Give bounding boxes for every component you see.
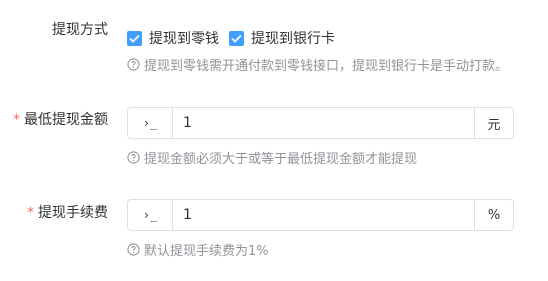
withdraw-method-tip: 提现到零钱需开通付款到零钱接口，提现到银行卡是手动打款。 — [127, 55, 508, 74]
question-circle-icon — [127, 243, 140, 256]
checkbox-wallet-label: 提现到零钱 — [149, 31, 219, 47]
terminal-prompt-icon: ›_ — [128, 200, 173, 230]
fee-tip: 默认提现手续费为1% — [127, 240, 269, 259]
question-circle-icon — [127, 151, 140, 164]
fee-tip-text: 默认提现手续费为1% — [144, 244, 269, 259]
fee-input[interactable] — [173, 200, 474, 230]
min-amount-input-group: ›_ 元 — [127, 107, 514, 139]
fee-unit: % — [474, 200, 513, 230]
required-asterisk: * — [13, 112, 20, 128]
min-amount-unit: 元 — [474, 108, 513, 138]
checkbox-checked-icon — [127, 30, 142, 46]
fee-input-group: ›_ % — [127, 199, 514, 231]
fee-label-text: 提现手续费 — [38, 205, 108, 221]
checkbox-checked-icon — [229, 30, 244, 46]
checkbox-wallet[interactable]: 提现到零钱 — [127, 28, 219, 48]
min-amount-tip: 提现金额必须大于或等于最低提现金额才能提现 — [127, 148, 417, 167]
checkbox-bank-card-label: 提现到银行卡 — [251, 31, 335, 47]
withdraw-method-label: 提现方式 — [52, 22, 108, 38]
required-asterisk: * — [27, 205, 34, 221]
withdraw-method-group: 提现到零钱 提现到银行卡 — [127, 28, 345, 48]
min-amount-label: * 最低提现金额 — [0, 110, 108, 130]
min-amount-label-text: 最低提现金额 — [24, 112, 108, 128]
terminal-prompt-icon: ›_ — [128, 108, 173, 138]
withdraw-method-tip-text: 提现到零钱需开通付款到零钱接口，提现到银行卡是手动打款。 — [144, 59, 509, 74]
min-amount-input[interactable] — [173, 108, 474, 138]
question-circle-icon — [127, 58, 140, 71]
min-amount-tip-text: 提现金额必须大于或等于最低提现金额才能提现 — [144, 152, 418, 167]
fee-label: * 提现手续费 — [0, 203, 108, 223]
checkbox-bank-card[interactable]: 提现到银行卡 — [229, 28, 335, 48]
